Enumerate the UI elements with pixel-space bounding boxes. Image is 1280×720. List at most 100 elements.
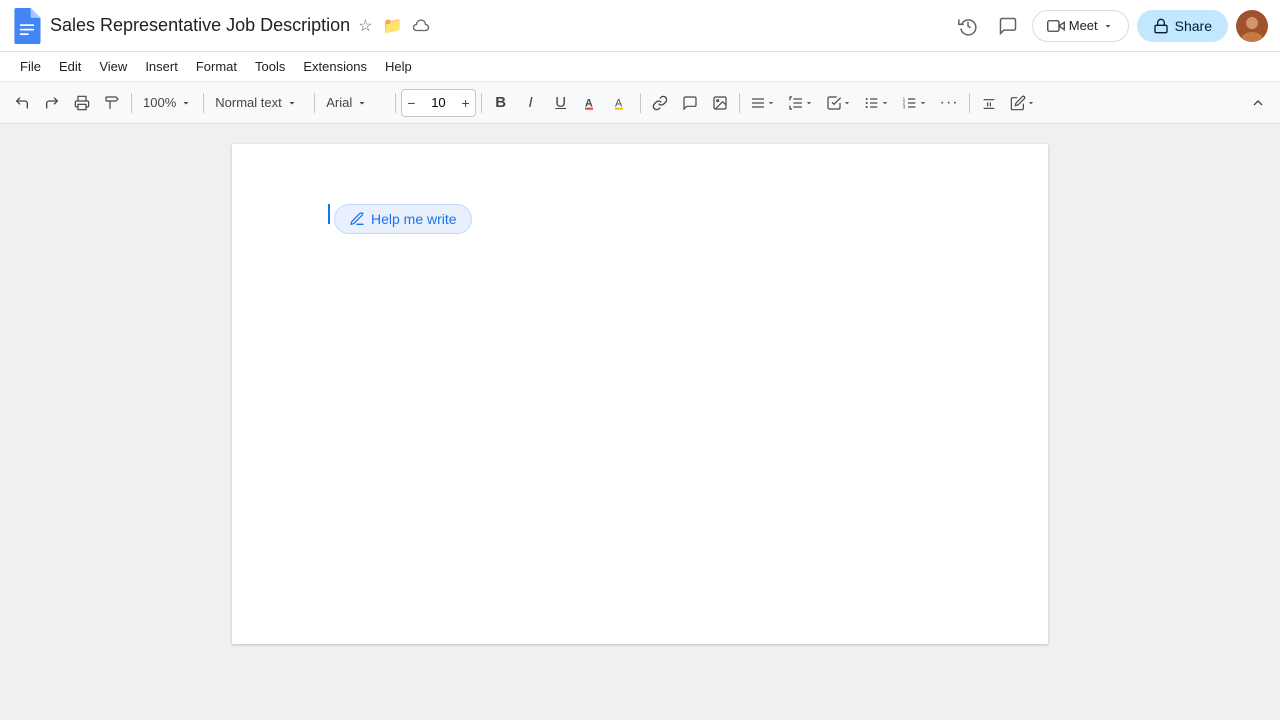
share-button[interactable]: Share [1137, 10, 1228, 42]
collapse-toolbar-button[interactable] [1244, 88, 1272, 118]
font-size-input[interactable] [420, 95, 456, 110]
meet-dropdown-icon [1102, 20, 1114, 32]
history-button[interactable] [952, 10, 984, 42]
title-section: Sales Representative Job Description ☆ 📁 [50, 14, 944, 38]
content-area[interactable]: Help me write [0, 124, 1280, 720]
toolbar-divider-8 [969, 93, 970, 113]
avatar[interactable] [1236, 10, 1268, 42]
checklist-dropdown-icon [842, 98, 852, 108]
text-cursor [328, 204, 330, 224]
menu-extensions[interactable]: Extensions [295, 55, 375, 78]
toolbar-divider-4 [395, 93, 396, 113]
share-button-label: Share [1175, 18, 1212, 34]
italic-button[interactable]: I [517, 88, 545, 118]
font-select[interactable]: Arial [320, 88, 390, 118]
toolbar-divider-6 [640, 93, 641, 113]
camera-icon [1047, 17, 1065, 35]
help-me-write-button[interactable]: Help me write [334, 204, 472, 234]
svg-text:3: 3 [902, 104, 905, 109]
numbered-list-button[interactable]: 1 2 3 [897, 88, 933, 118]
checklist-button[interactable] [821, 88, 857, 118]
redo-button[interactable] [38, 88, 66, 118]
link-icon [652, 95, 668, 111]
italic-label: I [529, 94, 533, 111]
highlight-icon: A [613, 95, 629, 111]
cursor-line: Help me write [328, 204, 952, 234]
google-docs-icon [12, 8, 42, 44]
more-options-button[interactable]: ··· [935, 88, 964, 118]
menu-format[interactable]: Format [188, 55, 245, 78]
bullet-dropdown-icon [880, 98, 890, 108]
toolbar: 100% Normal text Arial − + B I U A [0, 82, 1280, 124]
checklist-icon [826, 95, 842, 111]
line-spacing-button[interactable] [783, 88, 819, 118]
paint-format-button[interactable] [98, 88, 126, 118]
numbered-list-icon: 1 2 3 [902, 95, 918, 111]
cloud-icon [412, 17, 430, 35]
font-size-decrease-button[interactable]: − [402, 93, 420, 113]
menu-help[interactable]: Help [377, 55, 420, 78]
comment-toolbar-icon [682, 95, 698, 111]
more-options-label: ··· [940, 94, 959, 112]
print-icon [74, 95, 90, 111]
align-button[interactable] [745, 88, 781, 118]
menu-edit[interactable]: Edit [51, 55, 89, 78]
pencil-star-icon [349, 211, 365, 227]
clear-formatting-button[interactable] [975, 88, 1003, 118]
menu-insert[interactable]: Insert [137, 55, 186, 78]
comment-toolbar-button[interactable] [676, 88, 704, 118]
move-button[interactable]: 📁 [381, 14, 405, 38]
menu-view[interactable]: View [91, 55, 135, 78]
user-avatar-icon [1236, 10, 1268, 42]
undo-button[interactable] [8, 88, 36, 118]
zoom-select[interactable]: 100% [137, 88, 198, 118]
font-size-control: − + [401, 89, 475, 117]
smart-compose-button[interactable] [1005, 88, 1041, 118]
history-icon [958, 16, 978, 36]
font-value: Arial [326, 95, 352, 110]
toolbar-divider-7 [739, 93, 740, 113]
font-size-increase-label: + [461, 95, 469, 111]
redo-icon [44, 95, 60, 111]
comments-button[interactable] [992, 10, 1024, 42]
numbered-dropdown-icon [918, 98, 928, 108]
svg-text:A: A [585, 97, 593, 109]
bullet-list-button[interactable] [859, 88, 895, 118]
menu-file[interactable]: File [12, 55, 49, 78]
document-page[interactable]: Help me write [232, 144, 1048, 644]
paint-format-icon [104, 95, 120, 111]
menu-tools[interactable]: Tools [247, 55, 293, 78]
help-me-write-label: Help me write [371, 211, 457, 227]
print-button[interactable] [68, 88, 96, 118]
text-color-button[interactable]: A [577, 88, 605, 118]
toolbar-divider-3 [314, 93, 315, 113]
cloud-save-button[interactable] [410, 15, 432, 37]
font-size-increase-button[interactable]: + [456, 93, 474, 113]
smart-compose-icon [1010, 95, 1026, 111]
link-button[interactable] [646, 88, 674, 118]
menu-bar: File Edit View Insert Format Tools Exten… [0, 52, 1280, 82]
undo-icon [14, 95, 30, 111]
meet-button-label: Meet [1069, 18, 1098, 33]
line-spacing-icon [788, 95, 804, 111]
image-button[interactable] [706, 88, 734, 118]
collapse-icon [1250, 95, 1266, 111]
lock-icon [1153, 18, 1169, 34]
meet-button[interactable]: Meet [1032, 10, 1129, 42]
toolbar-divider-5 [481, 93, 482, 113]
underline-button[interactable]: U [547, 88, 575, 118]
highlight-color-button[interactable]: A [607, 88, 635, 118]
paragraph-style-value: Normal text [215, 95, 281, 110]
paragraph-style-select[interactable]: Normal text [209, 88, 309, 118]
text-color-icon: A [583, 95, 599, 111]
bold-label: B [495, 94, 506, 111]
bold-button[interactable]: B [487, 88, 515, 118]
bullet-list-icon [864, 95, 880, 111]
doc-title[interactable]: Sales Representative Job Description [50, 15, 350, 36]
top-right-controls: Meet Share [952, 10, 1268, 42]
align-dropdown-icon [766, 98, 776, 108]
zoom-dropdown-icon [180, 97, 192, 109]
doc-title-row: Sales Representative Job Description ☆ 📁 [50, 14, 944, 38]
star-button[interactable]: ☆ [356, 14, 374, 38]
font-dropdown-icon [356, 97, 368, 109]
